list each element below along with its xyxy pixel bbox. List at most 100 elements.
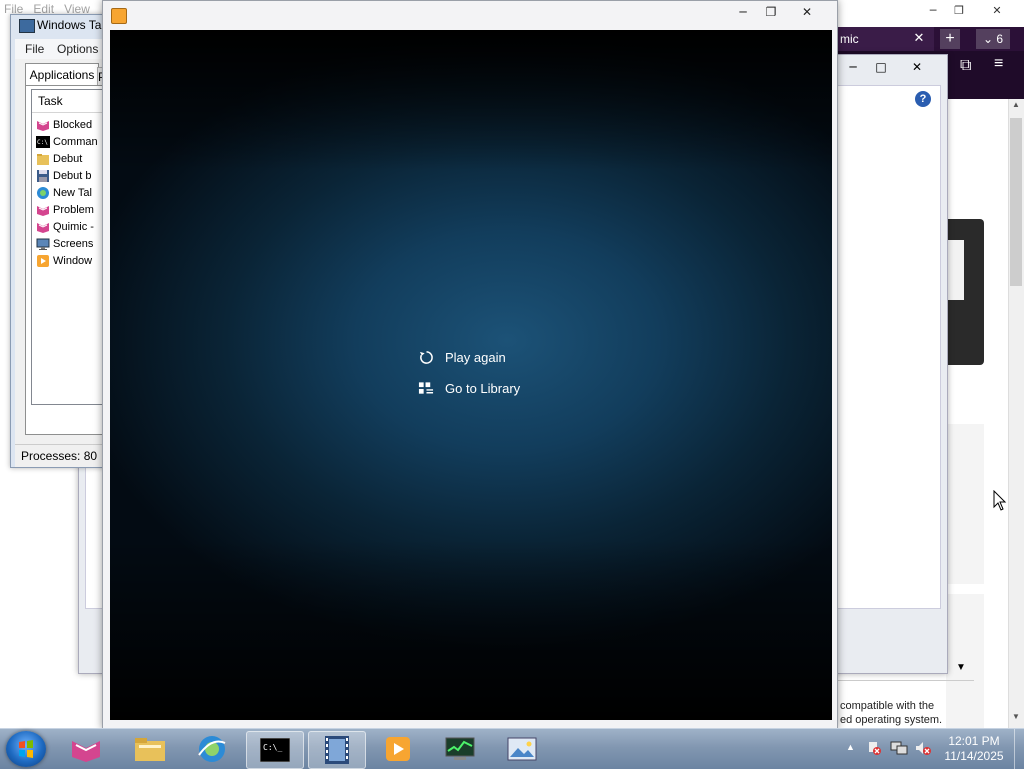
menu-icon[interactable]: ≡ — [994, 55, 1003, 73]
clock[interactable]: 12:01 PM 11/14/2025 — [938, 734, 1010, 764]
task-manager-statusbar: Processes: 80 — [15, 444, 107, 467]
new-tab-button[interactable]: + — [940, 29, 960, 49]
go-to-library-button[interactable]: Go to Library — [418, 378, 520, 398]
task-label: New Tal — [53, 186, 92, 199]
task-manager-menubar: File Options — [15, 39, 107, 59]
list-item[interactable]: Debut b — [36, 167, 92, 184]
taskbar-media-player-button[interactable] — [370, 731, 426, 767]
task-manager-title: Windows Ta — [37, 18, 102, 32]
windows-logo-icon — [19, 740, 33, 758]
list-item[interactable]: C:\ Comman — [36, 133, 98, 150]
tab-applications[interactable]: Applications — [25, 63, 99, 86]
task-label: Blocked — [53, 118, 93, 131]
browser-minimize-button[interactable]: ─ — [920, 1, 946, 19]
scroll-down-icon[interactable]: ▼ — [1008, 712, 1024, 726]
clock-time: 12:01 PM — [948, 734, 1000, 748]
browser-close-button[interactable]: ✕ — [984, 1, 1010, 19]
task-label: Window — [53, 254, 93, 267]
taskbar-explorer-button[interactable] — [122, 731, 178, 767]
task-label: Debut b — [53, 169, 92, 182]
video-area[interactable]: Play again Go to Library — [110, 30, 832, 720]
start-button[interactable] — [6, 731, 46, 767]
browser-tab-label: mic — [840, 32, 859, 46]
browser-scroll-thumb[interactable] — [1010, 118, 1022, 286]
task-manager-icon — [445, 737, 475, 760]
show-desktop-button[interactable] — [1014, 729, 1024, 769]
close-icon[interactable]: ✕ — [910, 29, 928, 47]
list-item[interactable]: Window — [36, 252, 92, 269]
tm-menu-options[interactable]: Options — [57, 42, 98, 56]
taskbar-task-manager-button[interactable] — [432, 731, 488, 767]
scroll-up-icon[interactable]: ▲ — [1008, 100, 1024, 114]
volume-muted-icon[interactable] — [914, 740, 932, 756]
save-icon — [37, 169, 49, 182]
library-icon — [418, 380, 434, 396]
mp-restore-button[interactable]: ❐ — [757, 3, 785, 21]
folder-icon — [37, 153, 49, 165]
ie-icon — [37, 186, 49, 199]
task-label: Problem — [53, 203, 94, 216]
extensions-icon[interactable]: ⧉ — [960, 57, 971, 75]
taskbar-video-button[interactable] — [308, 731, 366, 769]
list-item[interactable]: New Tal — [36, 184, 92, 201]
replay-icon — [418, 349, 434, 365]
go-to-library-label: Go to Library — [445, 380, 521, 396]
network-icon[interactable] — [890, 740, 908, 756]
quimic-icon — [37, 120, 49, 131]
list-item[interactable]: Problem — [36, 201, 94, 218]
tray-show-hidden-icon[interactable]: ▲ — [846, 742, 855, 752]
clock-date: 11/14/2025 — [944, 749, 1004, 763]
play-again-label: Play again — [445, 349, 506, 365]
browser-card-strip — [946, 240, 964, 300]
dropdown-arrow-icon[interactable]: ▼ — [956, 662, 966, 673]
taskbar-screenshot-button[interactable] — [494, 731, 550, 767]
task-label: Comman — [53, 135, 98, 148]
mp-close-button[interactable]: ✕ — [793, 3, 821, 21]
picture-icon — [507, 737, 537, 761]
task-manager-icon — [19, 19, 35, 33]
taskbar: C:\_ ▲ 12:01 PM 11/14/2025 — [0, 728, 1024, 769]
taskbar-cmd-button[interactable]: C:\_ — [246, 731, 304, 769]
film-icon — [325, 736, 349, 764]
task-label: Debut — [53, 152, 83, 165]
folder-icon — [135, 738, 165, 761]
win2-minimize-button[interactable]: ─ — [841, 59, 865, 75]
task-column-header[interactable]: Task — [32, 90, 106, 113]
list-item[interactable]: Quimic - — [36, 218, 94, 235]
media-player-icon — [37, 254, 49, 267]
win2-close-button[interactable]: ✕ — [905, 59, 929, 75]
chevron-down-icon: ⌄ — [982, 32, 994, 46]
tm-menu-file[interactable]: File — [25, 42, 44, 56]
action-center-icon[interactable] — [866, 740, 882, 756]
browser-restore-button[interactable]: ❐ — [946, 1, 972, 19]
compat-line-1: compatible with the — [840, 700, 935, 712]
list-item[interactable]: Blocked — [36, 116, 92, 133]
quimic-icon — [37, 205, 49, 216]
cmd-icon: C:\_ — [260, 738, 290, 762]
browser-grey-block — [946, 424, 984, 584]
cmd-icon: C:\ — [36, 135, 50, 148]
quimic-icon — [72, 741, 100, 762]
taskbar-quimic-button[interactable] — [58, 731, 114, 767]
task-label: Quimic - — [53, 220, 94, 233]
play-again-button[interactable]: Play again — [418, 347, 506, 367]
task-label: Screens — [53, 237, 94, 250]
win2-maximize-button[interactable]: □ — [869, 59, 893, 75]
media-player-icon — [386, 737, 410, 761]
taskbar-ie-button[interactable] — [184, 731, 240, 767]
task-manager-body: Applications P Task Blocked C:\ Comman D… — [15, 59, 119, 445]
process-count: Processes: 80 — [21, 449, 98, 463]
help-icon[interactable]: ? — [915, 91, 931, 107]
list-item[interactable]: Debut — [36, 150, 82, 167]
tab-count: 6 — [996, 32, 1004, 46]
task-list[interactable]: Task Blocked C:\ Comman Debut Debut b Ne… — [31, 89, 107, 405]
mouse-cursor-icon — [993, 490, 1007, 511]
quimic-icon — [37, 222, 49, 233]
media-player-window: ─ ❐ ✕ Play again Go to Library — [102, 0, 838, 729]
compat-text: compatible with the ed operating system. — [840, 699, 950, 727]
list-item[interactable]: Screens — [36, 235, 93, 252]
mp-minimize-button[interactable]: ─ — [729, 3, 757, 21]
compat-line-2: ed operating system. — [840, 714, 943, 726]
browser-tab[interactable]: mic ✕ — [830, 27, 934, 51]
tab-count-button[interactable]: ⌄ 6 — [976, 29, 1010, 49]
